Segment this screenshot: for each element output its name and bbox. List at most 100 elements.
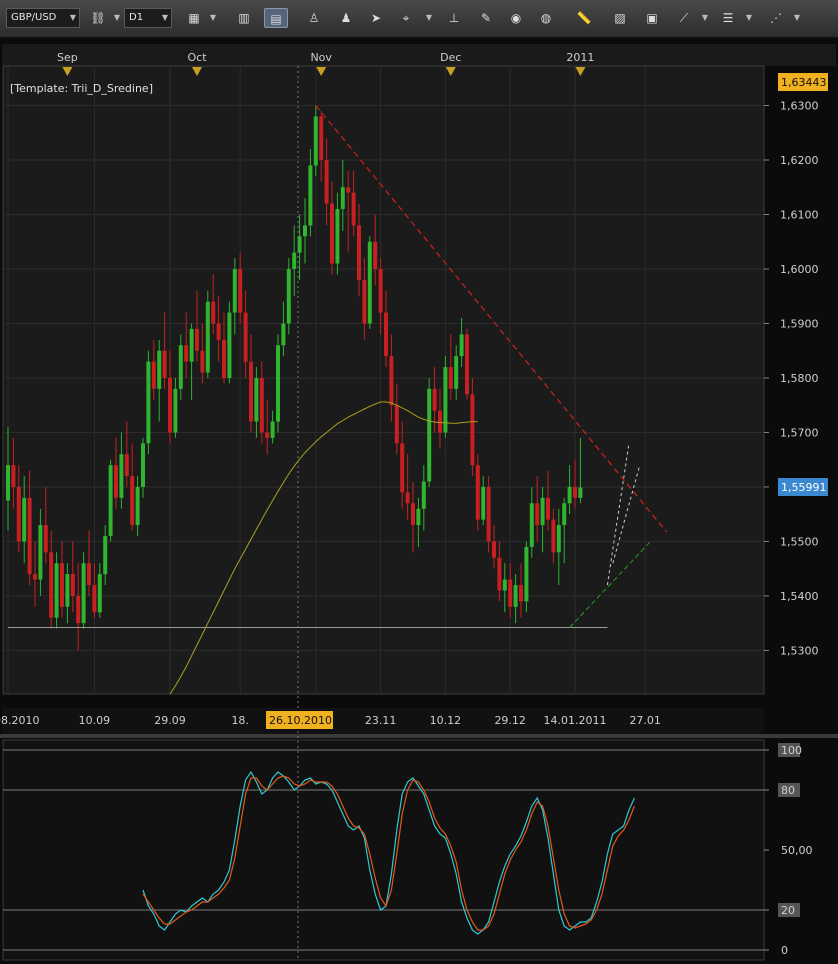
chevron-down-icon[interactable]: ▼	[208, 8, 218, 28]
globe-icon[interactable]: ◍	[534, 8, 558, 28]
candle-body	[222, 339, 226, 378]
price-badge-current-text: 1,55991	[781, 481, 827, 494]
trendline-icon[interactable]: ⟋	[672, 8, 696, 28]
candle-body	[492, 541, 496, 558]
template-label: [Template: Trii_D_Sredine]	[10, 82, 153, 95]
candle-body	[70, 574, 75, 596]
date-tick-label: 14.01.2011	[544, 714, 607, 727]
oscillator-axis: 100 80 50,00 20 0	[764, 743, 813, 957]
candle-body	[38, 525, 43, 580]
crosshair-person-icon[interactable]: ♙	[302, 8, 326, 28]
oscillator-tick-label: 20	[781, 904, 795, 917]
candle-body	[211, 301, 216, 324]
chevron-down-icon[interactable]: ▼	[792, 8, 802, 28]
candle-body	[394, 405, 399, 444]
candle-body	[22, 497, 27, 542]
candle-body	[195, 328, 199, 351]
candle-body	[362, 279, 367, 324]
candle-body	[319, 116, 324, 161]
month-label: Dec	[440, 51, 461, 64]
month-label: Sep	[57, 51, 78, 64]
candle-body	[184, 345, 189, 362]
candle-body	[281, 323, 286, 346]
candle-body	[97, 574, 102, 613]
date-tick-label: 10.09	[79, 714, 111, 727]
timeframe-select[interactable]: D1 ▼	[124, 8, 172, 28]
chevron-down-icon[interactable]: ▼	[424, 8, 434, 28]
date-tick-label: 29.09	[154, 714, 186, 727]
price-tick-label: 1,5800	[780, 372, 819, 385]
candle-body	[475, 465, 480, 520]
candle-body	[265, 432, 270, 438]
candle-body	[540, 497, 545, 526]
candle-body	[567, 486, 572, 504]
pane-separator[interactable]	[0, 734, 838, 738]
candle-body	[216, 323, 221, 340]
drawing-icon[interactable]: ✎	[474, 8, 498, 28]
oscillator-tick-label: 80	[781, 784, 795, 797]
candle-body	[335, 209, 340, 264]
candle-body	[249, 361, 253, 422]
price-tick-label: 1,6200	[780, 154, 819, 167]
person-icon[interactable]: ♟	[334, 8, 358, 28]
candle-body	[259, 377, 264, 433]
month-header	[2, 44, 836, 66]
candle-body	[481, 486, 486, 520]
chevron-down-icon[interactable]: ▼	[744, 8, 754, 28]
chevron-down-icon[interactable]: ▼	[700, 8, 710, 28]
candle-body	[324, 160, 329, 204]
eye-icon[interactable]: ◉	[504, 8, 528, 28]
candle-body	[367, 241, 372, 324]
candle-body	[340, 187, 345, 210]
candle-body	[313, 116, 318, 166]
candle-body	[421, 481, 426, 509]
template-icon[interactable]: ▨	[608, 8, 632, 28]
candle-body	[238, 268, 243, 313]
candle-chart-icon[interactable]: ▤	[264, 8, 288, 28]
candle-body	[486, 486, 491, 542]
oscillator-pane	[2, 739, 765, 961]
candle-body	[33, 574, 37, 580]
fibonacci-icon[interactable]: ⋰	[764, 8, 788, 28]
candle-body	[270, 421, 275, 438]
candle-body	[351, 192, 356, 226]
date-badge-text: 26.10.2010	[269, 714, 332, 727]
chart-type-icon[interactable]: ▦	[182, 8, 206, 28]
symbol-link-icon[interactable]: ⛓	[86, 8, 110, 28]
candle-body	[378, 268, 383, 313]
chart-area[interactable]: 16.08.201010.0929.0918.1123.1110.1229.12…	[0, 37, 838, 964]
date-tick-label: 29.12	[494, 714, 526, 727]
candle-body	[454, 356, 459, 389]
ruler-icon[interactable]: 📏	[572, 8, 596, 28]
cursor-icon[interactable]: ➤	[364, 8, 388, 28]
price-tick-label: 1,6300	[780, 100, 819, 113]
candle-body	[27, 497, 32, 575]
chevron-down-icon: ▼	[161, 13, 168, 22]
candle-body	[427, 388, 432, 482]
chevron-down-icon[interactable]: ▼	[112, 8, 122, 28]
candle-body	[508, 579, 513, 607]
candle-body	[135, 486, 140, 526]
candle-body	[114, 465, 118, 498]
chart-toolbar: GBP/USD ▼ ⛓ ▼ D1 ▼ ▦ ▼ ▥ ▤ ♙ ♟ ➤ ⌖ ▼ ⊥ ✎…	[0, 0, 838, 38]
candle-body	[54, 563, 59, 618]
candle-body	[405, 492, 410, 504]
objects-list-icon[interactable]: ☰	[716, 8, 740, 28]
candle-body	[200, 350, 205, 373]
candle-body	[411, 503, 415, 526]
timeframe-value: D1	[129, 12, 144, 23]
candle-body	[60, 563, 64, 607]
crosshair-icon[interactable]: ⌖	[394, 8, 418, 28]
properties-icon[interactable]: ▣	[640, 8, 664, 28]
candle-body	[546, 497, 550, 520]
indicator-icon[interactable]: ⊥	[442, 8, 466, 28]
candle-body	[43, 525, 48, 553]
candle-body	[497, 557, 502, 591]
bar-chart-icon[interactable]: ▥	[232, 8, 256, 28]
symbol-select[interactable]: GBP/USD ▼	[6, 8, 80, 28]
candle-body	[470, 394, 475, 466]
candle-body	[76, 595, 81, 624]
price-tick-label: 1,5700	[780, 426, 819, 439]
candle-body	[157, 350, 162, 389]
symbol-value: GBP/USD	[11, 12, 57, 23]
